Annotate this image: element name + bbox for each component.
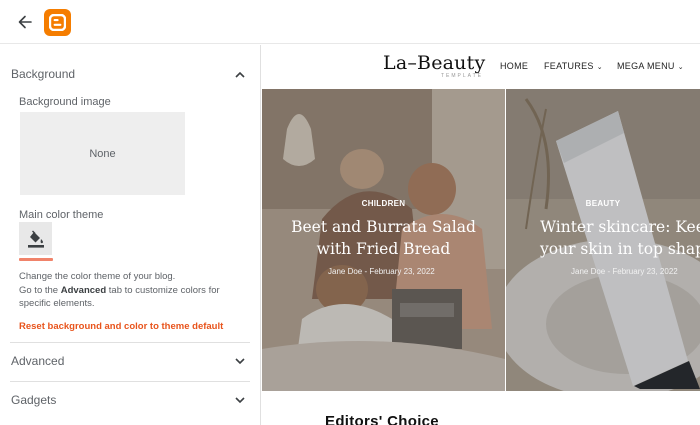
advanced-section-title: Advanced <box>11 354 65 368</box>
blog-logo[interactable]: La–Beauty TEMPLATE <box>383 52 485 79</box>
advanced-tab-reference: Advanced <box>60 284 107 296</box>
chevron-up-icon <box>234 68 246 80</box>
paint-bucket-icon <box>27 230 44 248</box>
post-meta: Jane Doe - February 23, 2022 <box>328 267 435 276</box>
post-title-line: with Fried Bread <box>316 240 451 258</box>
background-section-header[interactable]: Background <box>0 55 260 93</box>
chevron-down-icon <box>234 355 246 367</box>
arrow-left-icon <box>18 15 32 29</box>
theme-customize-panel: Background Background image None Main co… <box>0 45 261 425</box>
background-section-title: Background <box>11 67 76 81</box>
post-title-line: Beet and Burrata Salad <box>291 218 476 236</box>
theme-help-text: Change the color theme of your blog. Go … <box>19 270 249 311</box>
nav-home-label: HOME <box>500 61 529 71</box>
gadgets-section-title: Gadgets <box>11 393 57 407</box>
post-card[interactable]: CHILDREN Beet and Burrata Salad with Fri… <box>262 89 505 391</box>
theme-color-indicator <box>19 258 53 261</box>
post-title-line: your skin in top shap <box>540 240 700 258</box>
post-card[interactable]: BEAUTY Winter skincare: Kee your skin in… <box>506 89 700 391</box>
main-color-theme-label: Main color theme <box>19 209 104 221</box>
editors-choice-heading: Editors' Choice <box>325 413 439 425</box>
post-title-line: Winter skincare: Kee <box>540 218 700 236</box>
help-line-2-prefix: Go to the <box>19 284 61 296</box>
nav-home[interactable]: HOME <box>500 61 528 71</box>
background-image-label: Background image <box>19 96 111 108</box>
top-bar <box>0 0 700 44</box>
back-button[interactable] <box>14 11 36 33</box>
nav-features[interactable]: FEATURES ⌄ <box>544 61 603 71</box>
brand-name: La–Beauty <box>383 52 486 74</box>
nav-mega-menu-label: MEGA MENU <box>617 61 675 71</box>
nav-mega-menu[interactable]: MEGA MENU ⌄ <box>617 61 684 71</box>
help-line-2: Go to the Advanced tab to customize colo… <box>19 284 249 298</box>
post-title[interactable]: Beet and Burrata Salad with Fried Bread <box>262 216 505 260</box>
advanced-section-header[interactable]: Advanced <box>0 342 260 380</box>
post-category[interactable]: BEAUTY <box>506 199 700 208</box>
help-line-1: Change the color theme of your blog. <box>19 271 176 282</box>
post-title[interactable]: Winter skincare: Kee your skin in top sh… <box>540 216 700 260</box>
background-image-picker[interactable]: None <box>20 112 185 195</box>
help-line-2-suffix: tab to customize colors for <box>106 284 220 296</box>
nav-features-label: FEATURES <box>544 61 594 71</box>
post-meta: Jane Doe - February 23, 2022 <box>571 267 678 276</box>
chevron-down-icon: ⌄ <box>677 64 684 71</box>
reset-background-link[interactable]: Reset background and color to theme defa… <box>19 321 223 332</box>
background-image-value: None <box>89 147 116 160</box>
help-line-3: specific elements. <box>19 298 95 309</box>
chevron-down-icon <box>234 394 246 406</box>
chevron-down-icon: ⌄ <box>596 64 603 71</box>
gadgets-section-header[interactable]: Gadgets <box>0 381 260 419</box>
blog-preview: La–Beauty TEMPLATE HOME FEATURES ⌄ MEGA M… <box>262 45 700 425</box>
main-color-theme-button[interactable] <box>19 222 52 255</box>
blogger-logo-icon[interactable] <box>44 9 71 36</box>
post-category[interactable]: CHILDREN <box>262 199 505 208</box>
